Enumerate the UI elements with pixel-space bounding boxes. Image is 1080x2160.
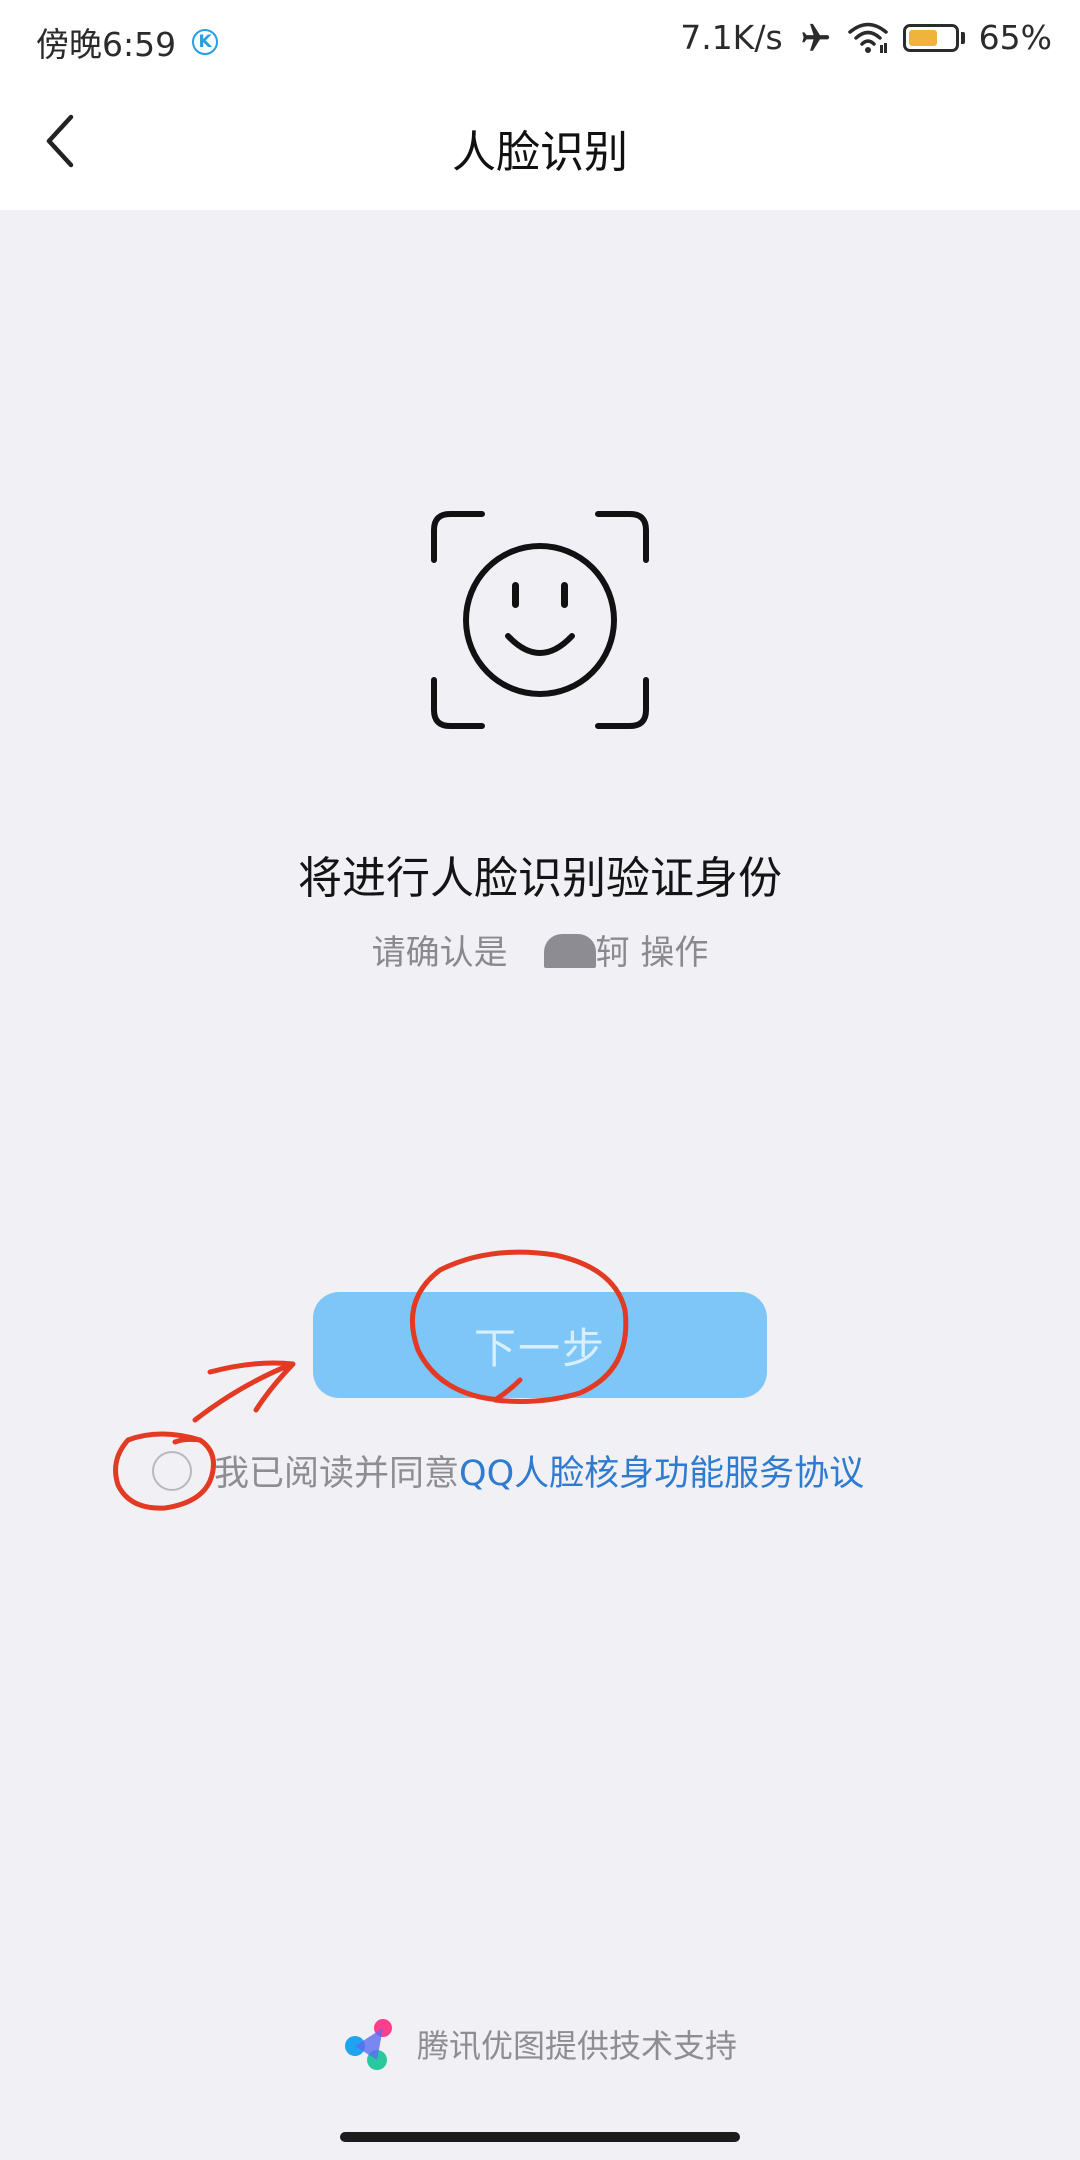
nav-bar: 人脸识别: [0, 76, 1080, 210]
redacted-name: [543, 934, 596, 968]
battery-cap: [960, 31, 965, 44]
status-right: 7.1K/s 65%: [666, 18, 1052, 57]
arrow-head: [207, 1360, 296, 1413]
agreement-checkbox[interactable]: [152, 1450, 192, 1491]
agreement-text: 我已阅读并同意: [214, 1454, 460, 1494]
status-bar: 傍晚6:59 K 7.1K/s 65%: [0, 0, 1080, 76]
annotation-overlay: [113, 1249, 629, 1511]
battery-percent: 65%: [978, 18, 1052, 57]
battery-fill: [908, 29, 938, 46]
headline: 将进行人脸识别验证身份: [298, 853, 782, 904]
status-left: 傍晚6:59 K: [36, 18, 219, 66]
confirm-identity-text: 请确认是 轲 操作: [0, 925, 1080, 974]
footer-text: 腾讯优图提供技术支持: [416, 2027, 737, 2065]
agreement-row: 我已阅读并同意 QQ人脸核身功能服务协议: [152, 1445, 864, 1496]
tencent-youtu-logo-icon: [344, 2019, 392, 2070]
k-badge-icon: K: [192, 29, 219, 55]
footer: 腾讯优图提供技术支持: [0, 2016, 1080, 2072]
network-speed: 7.1K/s: [680, 18, 783, 57]
home-indicator[interactable]: [340, 2132, 740, 2142]
smiley-face-scan-icon: [431, 511, 649, 729]
wifi-icon: [847, 22, 888, 53]
airplane-icon: [801, 23, 829, 51]
battery-body: [902, 23, 959, 52]
next-button[interactable]: 下一步: [313, 1292, 767, 1398]
page-title: 人脸识别: [452, 127, 628, 178]
arrow-to-next-button: [192, 1361, 295, 1423]
confirm-name-visible: 轲: [595, 933, 630, 973]
status-time: 傍晚6:59: [36, 25, 177, 64]
agreement-link[interactable]: QQ人脸核身功能服务协议: [459, 1445, 864, 1496]
confirm-suffix: 操作: [640, 933, 709, 973]
confirm-prefix: 请确认是: [371, 933, 508, 973]
battery-icon: [902, 23, 965, 52]
